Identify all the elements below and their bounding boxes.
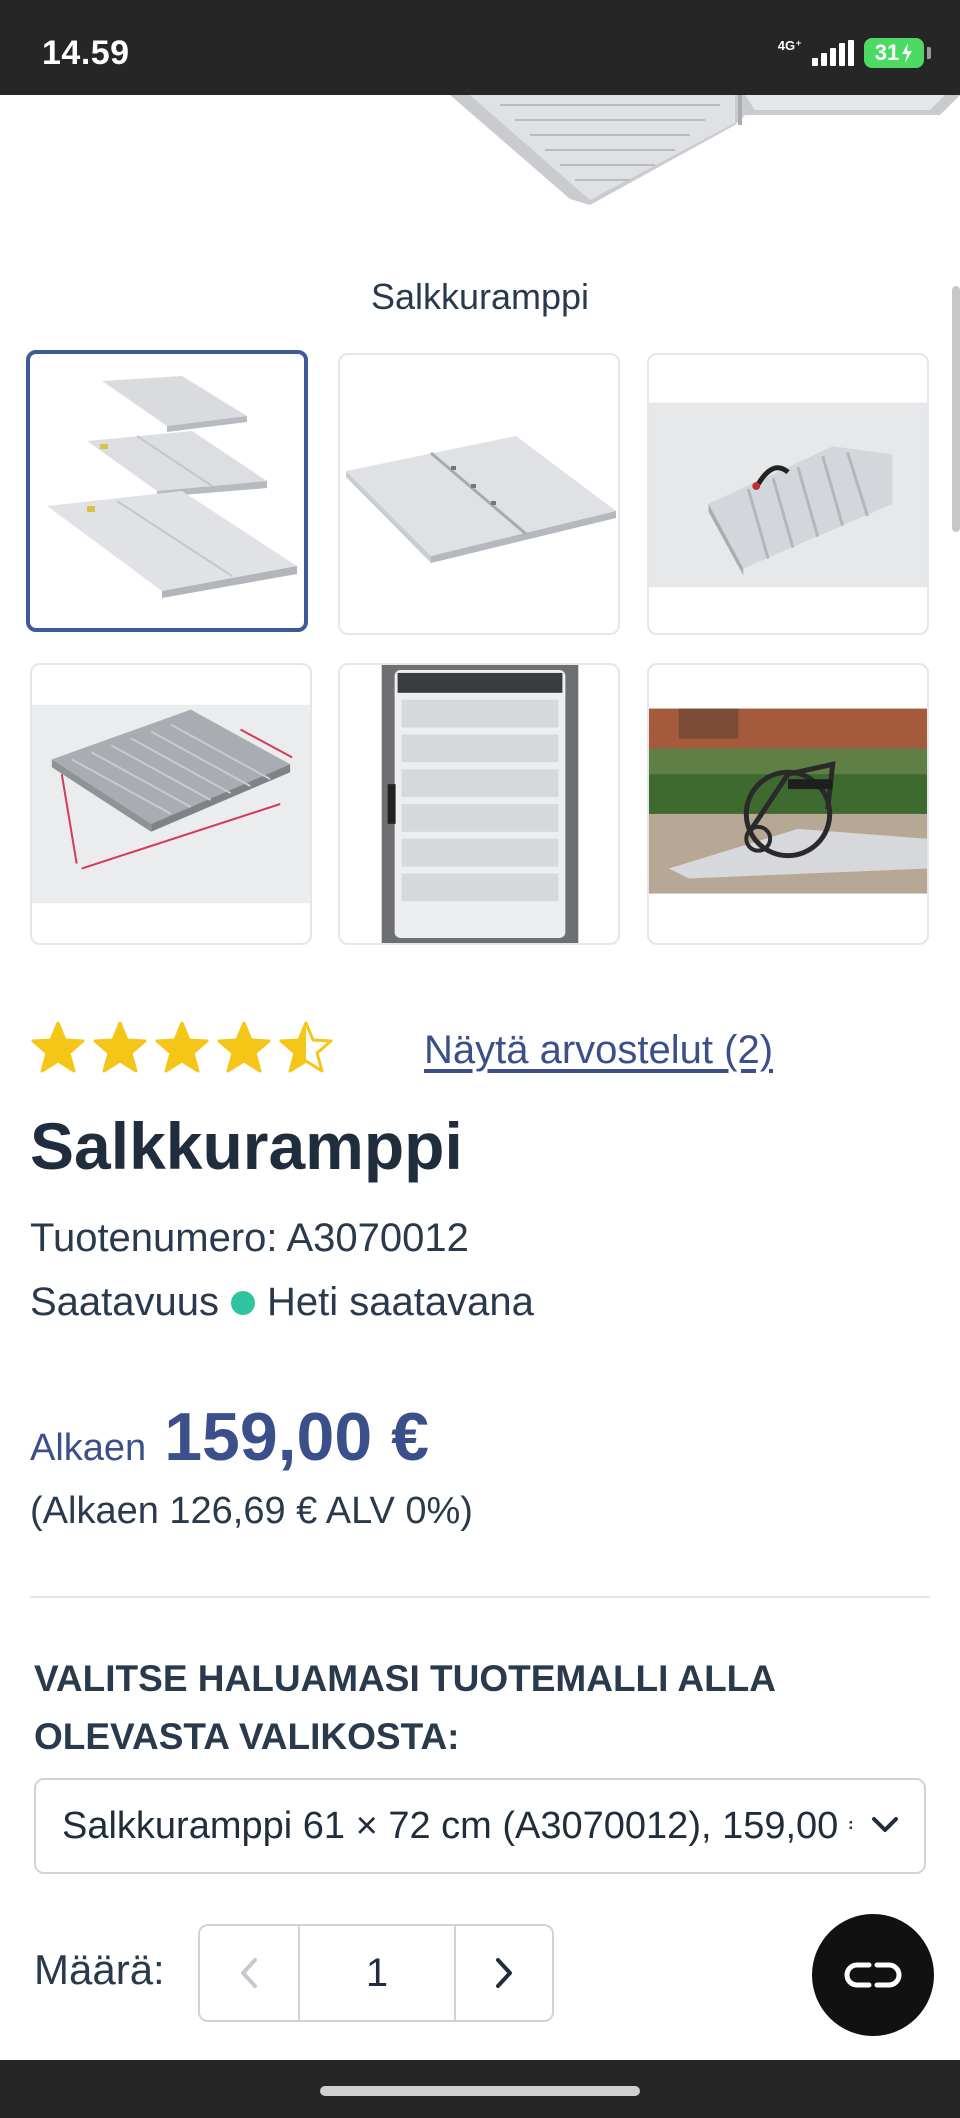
chat-logo-icon bbox=[844, 1962, 902, 1988]
chat-button[interactable] bbox=[812, 1914, 934, 2036]
ramp-folded-image bbox=[649, 402, 927, 588]
availability-row: Saatavuus Heti saatavana bbox=[30, 1280, 534, 1325]
star-icon bbox=[93, 1021, 147, 1073]
chevron-down-icon bbox=[872, 1817, 898, 1832]
price-prefix: Alkaen bbox=[30, 1427, 147, 1469]
network-type: 4G⁺ bbox=[777, 37, 802, 53]
thumbnail-6[interactable] bbox=[647, 663, 929, 945]
thumbnail-4[interactable] bbox=[30, 663, 312, 945]
quantity-increase-button[interactable] bbox=[454, 1926, 552, 2020]
image-caption: Salkkuramppi bbox=[370, 276, 590, 317]
sku-label: Tuotenumero: bbox=[30, 1216, 278, 1260]
availability-status: Heti saatavana bbox=[267, 1280, 534, 1324]
price-vat-note: (Alkaen 126,69 € ALV 0%) bbox=[30, 1490, 473, 1532]
main-product-image[interactable] bbox=[0, 95, 960, 215]
star-icon bbox=[279, 1021, 333, 1073]
price-row: Alkaen 159,00 € bbox=[30, 1398, 429, 1476]
variant-select[interactable]: Salkkuramppi 61 × 72 cm (A3070012), 159,… bbox=[34, 1778, 926, 1874]
quantity-input[interactable]: 1 bbox=[300, 1926, 454, 2020]
availability-label: Saatavuus bbox=[30, 1280, 220, 1324]
thumbnail-3[interactable] bbox=[647, 353, 929, 635]
star-rating bbox=[30, 1020, 334, 1076]
variant-selected-option: Salkkuramppi 61 × 72 cm (A3070012), 159,… bbox=[62, 1804, 852, 1847]
product-title: Salkkuramppi bbox=[30, 1109, 463, 1183]
quantity-decrease-button[interactable] bbox=[200, 1926, 300, 2020]
status-indicators: 4G⁺ 31 bbox=[777, 37, 931, 68]
show-reviews-link[interactable]: Näytä arvostelut (2) bbox=[424, 1028, 773, 1073]
quantity-label: Määrä: bbox=[34, 1946, 165, 1993]
star-icon bbox=[31, 1021, 85, 1073]
charging-bolt-icon bbox=[902, 43, 913, 63]
thumbnail-5[interactable] bbox=[338, 663, 620, 945]
system-bottom-bar bbox=[0, 2060, 960, 2118]
star-icon bbox=[155, 1021, 209, 1073]
chevron-left-icon bbox=[241, 1958, 257, 1988]
scrollbar[interactable] bbox=[952, 286, 960, 532]
star-icon bbox=[217, 1021, 271, 1073]
ramp-unfolded-image bbox=[346, 436, 616, 563]
ramp-dimensions-image bbox=[32, 704, 310, 904]
sku-value: A3070012 bbox=[286, 1216, 469, 1260]
quantity-stepper: 1 bbox=[198, 1924, 554, 2022]
battery-icon: 31 bbox=[864, 38, 931, 68]
in-stock-dot-icon bbox=[231, 1290, 256, 1315]
thumbnail-1[interactable] bbox=[26, 350, 308, 632]
ramp-wheelchair-image bbox=[649, 708, 927, 894]
status-time: 14.59 bbox=[42, 34, 130, 72]
divider bbox=[30, 1596, 930, 1598]
status-bar: 14.59 4G⁺ 31 bbox=[0, 0, 960, 95]
price: 159,00 € bbox=[164, 1399, 429, 1475]
battery-level: 31 bbox=[874, 40, 900, 65]
ramp-stack-image bbox=[47, 376, 297, 598]
variant-heading: VALITSE HALUAMASI TUOTEMALLI ALLA OLEVAS… bbox=[34, 1658, 775, 1757]
home-indicator[interactable] bbox=[320, 2086, 640, 2096]
sku-row: Tuotenumero: A3070012 bbox=[30, 1216, 469, 1261]
signal-icon bbox=[812, 40, 854, 66]
thumbnail-2[interactable] bbox=[338, 353, 620, 635]
chevron-right-icon bbox=[496, 1958, 512, 1988]
ramp-top-view-image bbox=[381, 665, 579, 943]
